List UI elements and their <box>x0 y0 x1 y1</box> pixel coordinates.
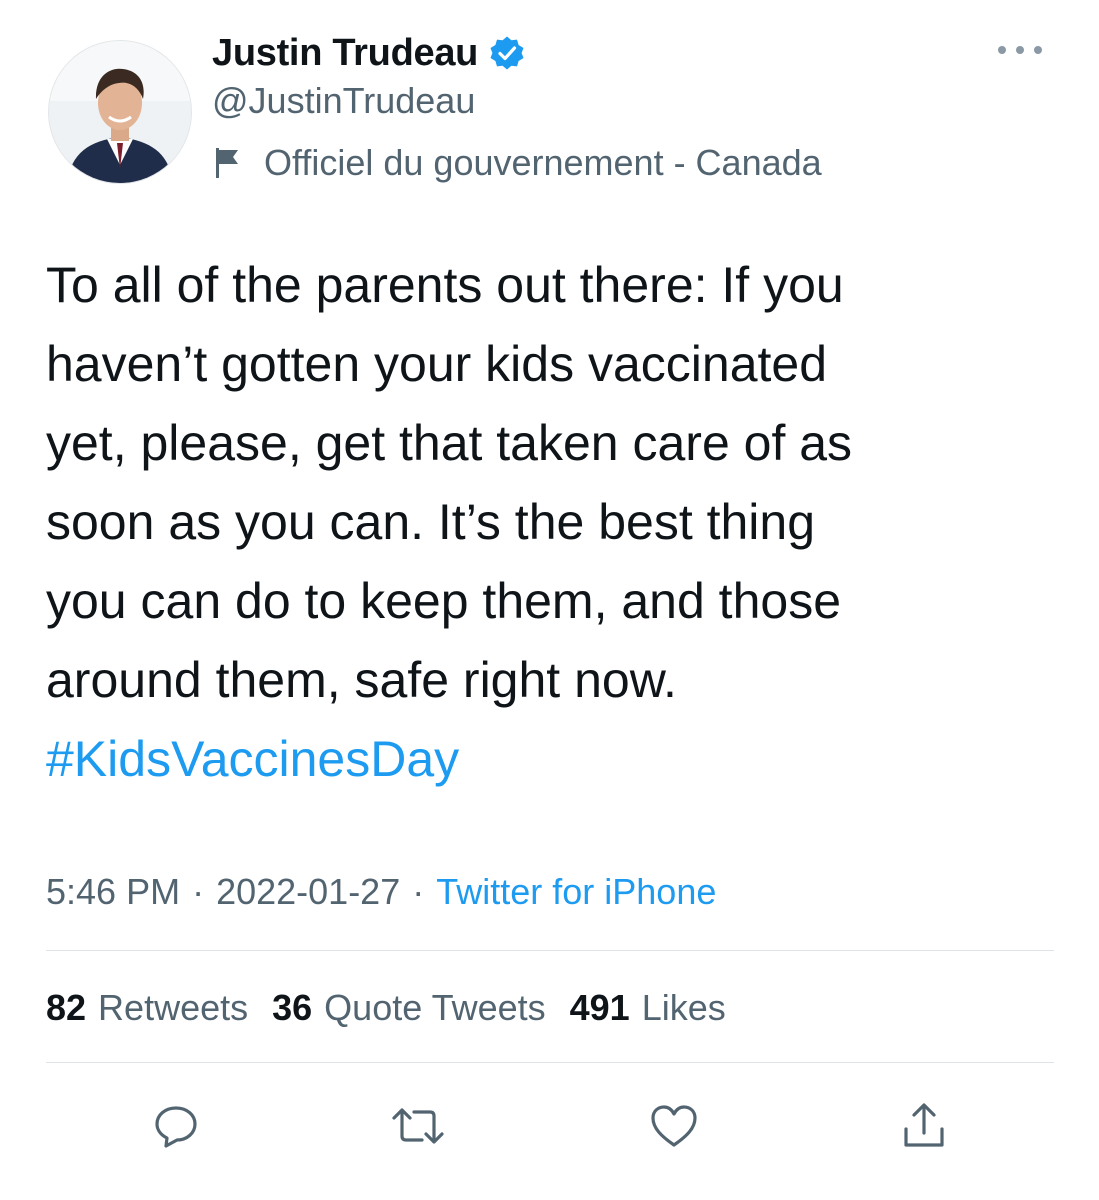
display-name[interactable]: Justin Trudeau <box>212 32 478 75</box>
meta-separator: · <box>412 871 425 912</box>
retweet-button[interactable] <box>386 1096 450 1160</box>
flag-icon <box>214 145 244 181</box>
tweet-date[interactable]: 2022-01-27 <box>216 871 400 913</box>
reply-button[interactable] <box>144 1096 208 1160</box>
retweets-stat[interactable]: 82 Retweets <box>46 987 248 1029</box>
tweet-line: To all of the parents out there: If you <box>46 257 844 313</box>
tweet-line: soon as you can. It’s the best thing <box>46 494 816 550</box>
tweet-line: haven’t gotten your kids vaccinated <box>46 336 828 392</box>
likes-stat[interactable]: 491 Likes <box>570 987 726 1029</box>
share-button[interactable] <box>892 1096 956 1160</box>
tweet-source-link[interactable]: Twitter for iPhone <box>436 871 716 913</box>
tweet-text: To all of the parents out there: If you … <box>46 246 1056 799</box>
retweet-icon <box>390 1102 446 1155</box>
tweet-meta: 5:46 PM · 2022-01-27 · Twitter for iPhon… <box>46 864 716 920</box>
quote-tweets-label: Quote Tweets <box>324 987 546 1028</box>
likes-label: Likes <box>641 987 726 1028</box>
like-button[interactable] <box>642 1096 706 1160</box>
divider <box>46 1062 1054 1063</box>
reply-icon <box>152 1102 200 1155</box>
retweets-label: Retweets <box>98 987 249 1028</box>
tweet-line: yet, please, get that taken care of as <box>46 415 853 471</box>
handle[interactable]: @JustinTrudeau <box>212 80 475 122</box>
author-name-row: Justin Trudeau <box>212 28 526 78</box>
government-label[interactable]: Officiel du gouvernement - Canada <box>214 138 822 188</box>
tweet-line: you can do to keep them, and those <box>46 573 841 629</box>
divider <box>46 950 1054 951</box>
hashtag-link[interactable]: #KidsVaccinesDay <box>46 720 1056 799</box>
share-icon <box>900 1101 948 1156</box>
more-options-icon[interactable] <box>988 32 1052 68</box>
avatar[interactable] <box>48 40 192 184</box>
verified-badge-icon <box>488 34 526 72</box>
quote-tweets-count: 36 <box>272 987 313 1028</box>
heart-icon <box>649 1103 699 1154</box>
tweet-time[interactable]: 5:46 PM <box>46 871 180 913</box>
quote-tweets-stat[interactable]: 36 Quote Tweets <box>272 987 546 1029</box>
government-label-text: Officiel du gouvernement - Canada <box>264 142 822 183</box>
meta-separator: · <box>192 871 205 912</box>
retweets-count: 82 <box>46 987 87 1028</box>
engagement-stats: 82 Retweets 36 Quote Tweets 491 Likes <box>46 980 750 1036</box>
tweet-line: around them, safe right now. <box>46 652 677 708</box>
likes-count: 491 <box>569 987 630 1028</box>
